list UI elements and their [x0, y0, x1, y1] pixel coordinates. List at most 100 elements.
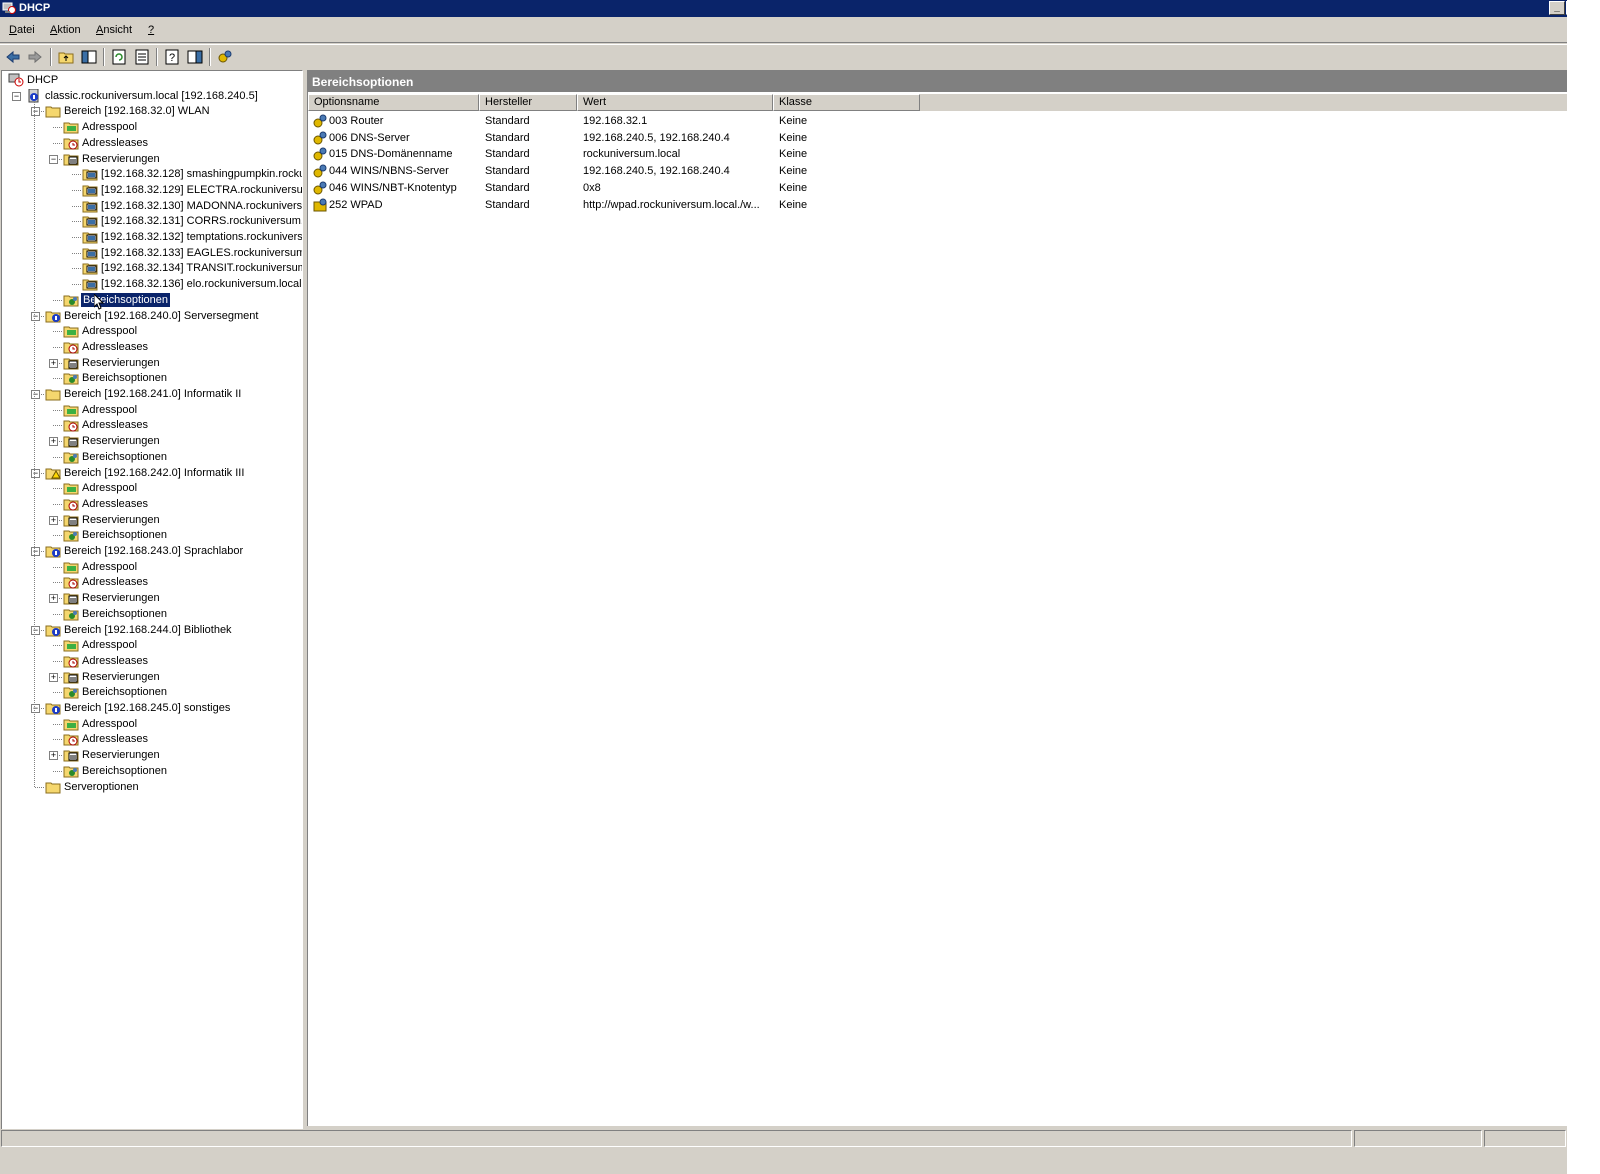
menu-ansicht[interactable]: Ansicht: [96, 24, 132, 36]
menu-datei[interactable]: Datei: [9, 24, 35, 36]
properties-icon[interactable]: [186, 48, 204, 66]
back-icon[interactable]: [4, 48, 22, 66]
tree-connector: [53, 143, 62, 144]
active-scope-icon: [45, 544, 61, 558]
option-row[interactable]: 252 WPAD Standard http://wpad.rockuniversu…: [310, 197, 1210, 214]
collapse-toggle[interactable]: −: [31, 107, 40, 116]
menu-help[interactable]: ?: [148, 24, 154, 36]
scope-options-icon: [63, 450, 79, 464]
expand-toggle[interactable]: +: [49, 437, 58, 446]
address-pool-icon: [63, 560, 79, 574]
option-row[interactable]: 044 WINS/NBNS-Server Standard 192.168.240.…: [310, 163, 1210, 180]
option-vendor: Standard: [485, 148, 530, 161]
tree-connector: [53, 582, 62, 583]
option-name: 252 WPAD: [329, 198, 383, 211]
tree-node-label: Adressleases: [82, 576, 149, 588]
option-name: 003 Router: [329, 115, 384, 127]
dhcp-root-icon: [8, 73, 24, 87]
export-list-icon[interactable]: [133, 48, 151, 66]
collapse-toggle[interactable]: −: [31, 547, 40, 556]
tree-connector: [72, 284, 81, 285]
reservations-icon: [63, 670, 79, 684]
option-class: Keine: [779, 131, 808, 144]
option-icon: [312, 113, 328, 129]
collapse-toggle[interactable]: −: [31, 390, 40, 399]
address-pool-icon: [63, 717, 79, 731]
expand-toggle[interactable]: +: [49, 359, 58, 368]
option-row[interactable]: 015 DNS-Domänenname Standard rockuniversum…: [310, 146, 1210, 163]
tree-node-label: [192.168.32.136] elo.rockuniversum.local: [101, 278, 302, 290]
tree-node-label: Bereichsoptionen: [82, 451, 168, 463]
address-leases-icon: [63, 418, 79, 432]
collapse-toggle[interactable]: −: [31, 704, 40, 713]
options-icon[interactable]: [216, 48, 234, 66]
collapse-toggle[interactable]: −: [31, 469, 40, 478]
address-leases-icon: [63, 732, 79, 746]
column-klasse[interactable]: Klasse: [773, 94, 920, 111]
active-scope-icon: [45, 309, 61, 323]
collapse-toggle[interactable]: −: [31, 626, 40, 635]
expand-toggle[interactable]: +: [49, 516, 58, 525]
collapse-toggle[interactable]: −: [31, 312, 40, 321]
title-bar[interactable]: DHCP _ ❐ ✕: [0, 0, 1600, 17]
tree-connector: [53, 771, 62, 772]
option-row[interactable]: 003 Router Standard 192.168.32.1 Keine: [310, 113, 1210, 130]
tree-connector: [53, 127, 62, 128]
tree-node-label: Reservierungen: [82, 514, 160, 526]
desktop-edge: [1567, 0, 1600, 1174]
forward-icon[interactable]: [26, 48, 44, 66]
tree-node-label: Bereich [192.168.243.0] Sprachlabor: [64, 545, 244, 557]
tree-node-label: Bereich [192.168.242.0] Informatik III: [64, 467, 245, 479]
folder-icon: [45, 387, 61, 401]
option-value: 192.168.32.1: [583, 115, 648, 127]
menu-aktion[interactable]: Aktion: [50, 24, 81, 36]
toolbar-separator: [209, 48, 211, 66]
reservations-icon: [63, 513, 79, 527]
tree-connector: [53, 347, 62, 348]
option-icon: [312, 163, 328, 179]
tree-connector: [53, 300, 62, 301]
option-class: Keine: [779, 198, 808, 211]
address-leases-icon: [63, 136, 79, 150]
tree-node-label: [192.168.32.134] TRANSIT.rockuniversum: [101, 262, 303, 274]
column-hersteller[interactable]: Hersteller: [479, 94, 577, 111]
tree-node-label: Reservierungen: [82, 671, 160, 683]
option-name: 015 DNS-Domänenname: [329, 148, 453, 161]
console-tree[interactable]: DHCP classic.rockuniversum.local [192.168…: [1, 70, 303, 1148]
server-icon: [26, 88, 42, 103]
option-vendor: Standard: [485, 198, 530, 211]
reservation-client-icon: [82, 230, 98, 244]
active-scope-icon: [45, 701, 61, 715]
column-wert[interactable]: Wert: [577, 94, 773, 111]
option-row[interactable]: 006 DNS-Server Standard 192.168.240.5, 192…: [310, 130, 1210, 147]
up-folder-icon[interactable]: [57, 48, 75, 66]
tree-node-label: DHCP: [27, 74, 59, 86]
collapse-toggle[interactable]: −: [12, 92, 21, 101]
option-value: rockuniversum.local: [583, 148, 681, 161]
reservation-client-icon: [82, 261, 98, 275]
help-icon[interactable]: ?: [163, 48, 181, 66]
tree-connector: [53, 645, 62, 646]
column-optionsname[interactable]: Optionsname: [308, 94, 479, 111]
tree-connector: [53, 661, 62, 662]
tree-node-label: Reservierungen: [82, 749, 160, 761]
expand-toggle[interactable]: +: [49, 751, 58, 760]
tree-node-label: Adresspool: [82, 325, 138, 337]
tree-node-label: Reservierungen: [82, 153, 160, 165]
tree-node-label: Reservierungen: [82, 435, 160, 447]
tree-node-label: [192.168.32.128] smashingpumpkin.rockur: [101, 168, 303, 180]
minimize-button[interactable]: _: [1549, 1, 1565, 15]
expand-toggle[interactable]: +: [49, 594, 58, 603]
tree-connector: [53, 535, 62, 536]
tree-connector: [53, 410, 62, 411]
collapse-toggle[interactable]: −: [49, 155, 58, 164]
option-icon: [312, 197, 328, 213]
option-row[interactable]: 046 WINS/NBT-Knotentyp Standard 0x8 Keine: [310, 180, 1210, 197]
show-hide-tree-icon[interactable]: [80, 48, 98, 66]
tree-node-label: Bereich [192.168.240.0] Serversegment: [64, 310, 259, 322]
dhcp-app-icon: [2, 2, 16, 14]
tree-node-label: [192.168.32.129] ELECTRA.rockuniversum: [101, 184, 303, 196]
refresh-icon[interactable]: [110, 48, 128, 66]
tree-connector: [53, 724, 62, 725]
expand-toggle[interactable]: +: [49, 673, 58, 682]
